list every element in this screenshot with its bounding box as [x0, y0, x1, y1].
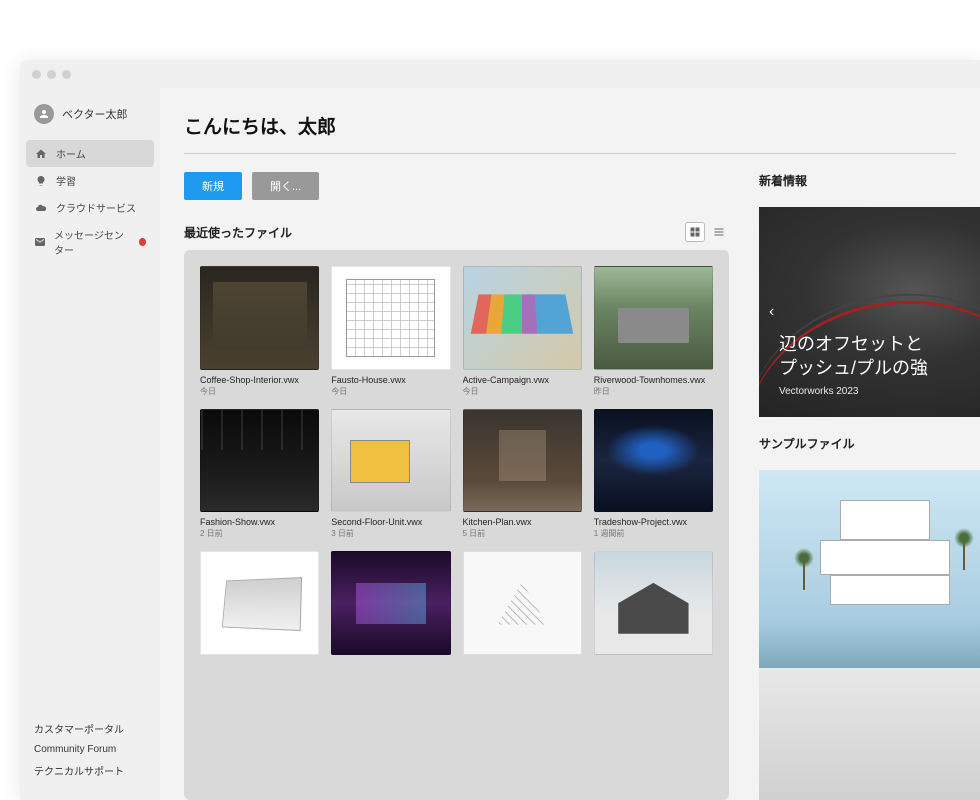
- file-name: Kitchen-Plan.vwx: [463, 517, 582, 527]
- left-column: 新規 開く... 最近使ったファイル: [184, 172, 729, 800]
- file-name: Active-Campaign.vwx: [463, 375, 582, 385]
- file-card[interactable]: [463, 551, 582, 655]
- samples-section-title: サンプルファイル: [759, 435, 980, 452]
- view-toggle: [685, 222, 729, 242]
- file-date: 2 日前: [200, 528, 319, 539]
- file-card[interactable]: Tradeshow-Project.vwx1 週間前: [594, 409, 713, 540]
- file-card[interactable]: Active-Campaign.vwx今日: [463, 266, 582, 397]
- sidebar-item-label: 学習: [56, 173, 76, 188]
- file-thumbnail: [463, 266, 582, 370]
- app-window: ベクター太郎 ホーム 学習 クラウドサービス メッセージセンター: [20, 60, 980, 800]
- file-card[interactable]: Coffee-Shop-Interior.vwx今日: [200, 266, 319, 397]
- app-body: ベクター太郎 ホーム 学習 クラウドサービス メッセージセンター: [20, 88, 980, 800]
- right-column: 新着情報 ‹ 辺のオフセットとプッシュ/プルの強 Vectorworks 202…: [759, 172, 980, 800]
- file-name: Second-Floor-Unit.vwx: [331, 517, 450, 527]
- sidebar-item-label: ホーム: [56, 146, 86, 161]
- home-icon: [34, 147, 48, 161]
- file-name: Tradeshow-Project.vwx: [594, 517, 713, 527]
- file-date: 1 週間前: [594, 528, 713, 539]
- sidebar-item-home[interactable]: ホーム: [26, 140, 154, 167]
- recent-header: 最近使ったファイル: [184, 222, 729, 242]
- grid-view-button[interactable]: [685, 222, 705, 242]
- traffic-light-max[interactable]: [62, 70, 71, 79]
- traffic-light-close[interactable]: [32, 70, 41, 79]
- open-button[interactable]: 開く...: [252, 172, 319, 200]
- file-card[interactable]: [200, 551, 319, 655]
- bulb-icon: [34, 174, 48, 188]
- footer-link-forum[interactable]: Community Forum: [34, 744, 146, 755]
- file-card[interactable]: Riverwood-Townhomes.vwx昨日: [594, 266, 713, 397]
- avatar-icon: [34, 104, 54, 124]
- news-section-title: 新着情報: [759, 172, 980, 189]
- file-card[interactable]: Kitchen-Plan.vwx5 日前: [463, 409, 582, 540]
- file-card[interactable]: [594, 551, 713, 655]
- file-thumbnail: [594, 551, 713, 655]
- file-thumbnail: [594, 409, 713, 513]
- file-thumbnail: [331, 266, 450, 370]
- file-thumbnail: [200, 266, 319, 370]
- list-icon: [713, 226, 725, 238]
- cloud-icon: [34, 201, 48, 215]
- sidebar-item-learn[interactable]: 学習: [20, 167, 160, 194]
- mail-icon: [34, 235, 46, 249]
- window-titlebar: [20, 60, 980, 88]
- file-thumbnail: [200, 551, 319, 655]
- main-content: こんにちは、太郎 新規 開く... 最近使ったファイル: [160, 88, 980, 800]
- news-card[interactable]: ‹ 辺のオフセットとプッシュ/プルの強 Vectorworks 2023: [759, 207, 980, 417]
- page-title: こんにちは、太郎: [184, 112, 956, 154]
- new-button[interactable]: 新規: [184, 172, 242, 200]
- sidebar-footer: カスタマーポータル Community Forum テクニカルサポート: [20, 721, 160, 792]
- sidebar-item-label: クラウドサービス: [56, 200, 136, 215]
- file-grid: Coffee-Shop-Interior.vwx今日Fausto-House.v…: [200, 266, 713, 655]
- sidebar: ベクター太郎 ホーム 学習 クラウドサービス メッセージセンター: [20, 88, 160, 800]
- file-card[interactable]: Second-Floor-Unit.vwx3 日前: [331, 409, 450, 540]
- notification-badge: [139, 238, 146, 246]
- recent-files-panel: Coffee-Shop-Interior.vwx今日Fausto-House.v…: [184, 250, 729, 800]
- grid-icon: [689, 226, 701, 238]
- list-view-button[interactable]: [709, 222, 729, 242]
- action-buttons: 新規 開く...: [184, 172, 729, 200]
- sidebar-item-messages[interactable]: メッセージセンター: [20, 221, 160, 263]
- sidebar-nav: ホーム 学習 クラウドサービス メッセージセンター: [20, 140, 160, 263]
- file-thumbnail: [463, 409, 582, 513]
- sidebar-item-label: メッセージセンター: [54, 227, 131, 257]
- sample-file-card[interactable]: [759, 470, 980, 800]
- footer-link-support[interactable]: テクニカルサポート: [34, 763, 146, 778]
- user-name: ベクター太郎: [62, 106, 128, 122]
- file-card[interactable]: Fausto-House.vwx今日: [331, 266, 450, 397]
- sidebar-item-cloud[interactable]: クラウドサービス: [20, 194, 160, 221]
- file-date: 昨日: [594, 386, 713, 397]
- news-title: 辺のオフセットとプッシュ/プルの強: [779, 333, 928, 380]
- file-name: Fausto-House.vwx: [331, 375, 450, 385]
- file-thumbnail: [331, 409, 450, 513]
- file-card[interactable]: Fashion-Show.vwx2 日前: [200, 409, 319, 540]
- footer-link-portal[interactable]: カスタマーポータル: [34, 721, 146, 736]
- file-date: 今日: [463, 386, 582, 397]
- file-thumbnail: [594, 266, 713, 370]
- file-thumbnail: [463, 551, 582, 655]
- chevron-left-icon[interactable]: ‹: [769, 303, 774, 321]
- file-date: 今日: [200, 386, 319, 397]
- user-row[interactable]: ベクター太郎: [20, 96, 160, 140]
- file-name: Coffee-Shop-Interior.vwx: [200, 375, 319, 385]
- file-thumbnail: [200, 409, 319, 513]
- file-date: 3 日前: [331, 528, 450, 539]
- content-row: 新規 開く... 最近使ったファイル: [184, 172, 980, 800]
- file-name: Fashion-Show.vwx: [200, 517, 319, 527]
- file-name: Riverwood-Townhomes.vwx: [594, 375, 713, 385]
- traffic-light-min[interactable]: [47, 70, 56, 79]
- news-subtitle: Vectorworks 2023: [779, 386, 928, 397]
- file-card[interactable]: [331, 551, 450, 655]
- file-date: 今日: [331, 386, 450, 397]
- recent-files-title: 最近使ったファイル: [184, 224, 292, 241]
- file-date: 5 日前: [463, 528, 582, 539]
- file-thumbnail: [331, 551, 450, 655]
